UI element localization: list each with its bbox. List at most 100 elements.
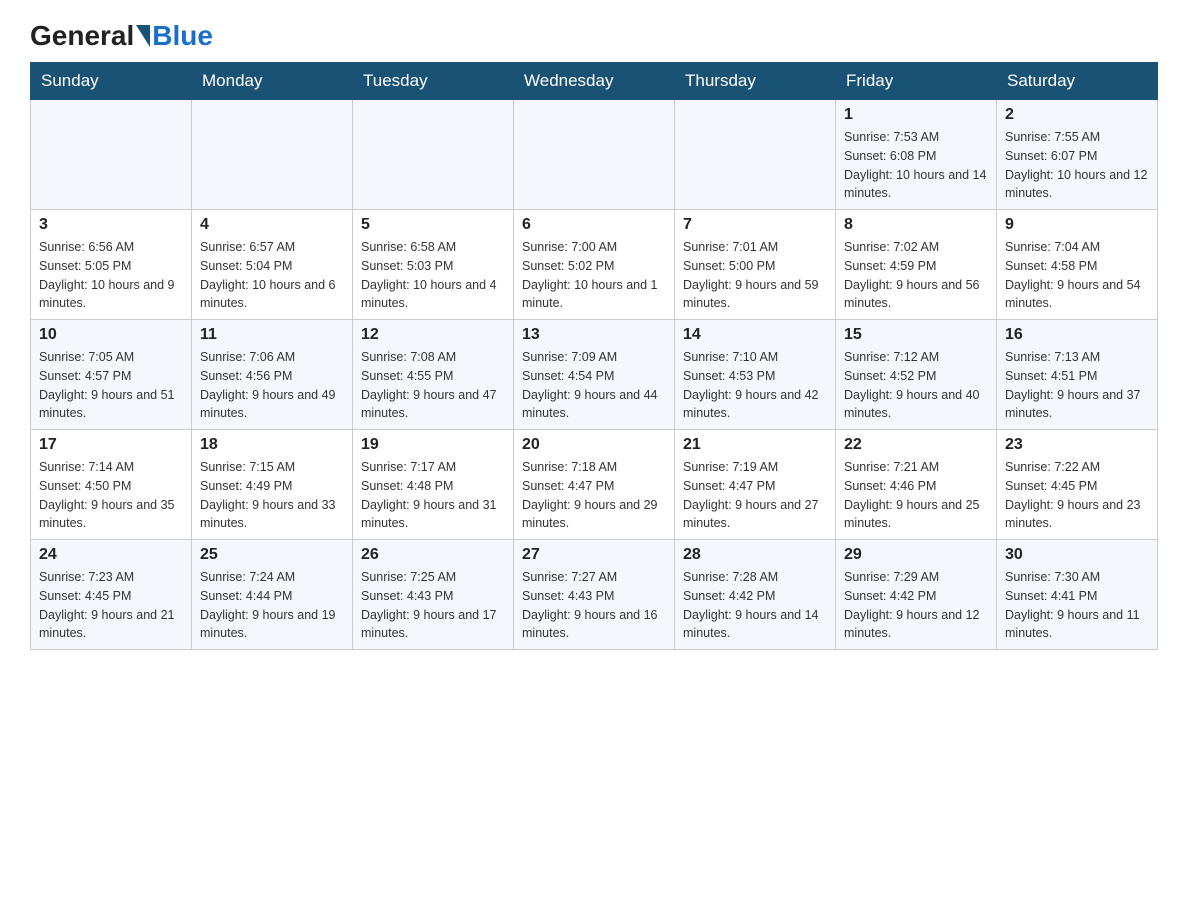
day-number: 6	[522, 216, 666, 234]
calendar-cell: 23Sunrise: 7:22 AMSunset: 4:45 PMDayligh…	[997, 430, 1158, 540]
logo-general-text: General	[30, 20, 134, 52]
day-info: Sunrise: 6:58 AMSunset: 5:03 PMDaylight:…	[361, 238, 505, 313]
day-info: Sunrise: 7:23 AMSunset: 4:45 PMDaylight:…	[39, 568, 183, 643]
calendar-cell: 2 Sunrise: 7:55 AMSunset: 6:07 PMDaylight…	[997, 100, 1158, 210]
calendar-cell: 17Sunrise: 7:14 AMSunset: 4:50 PMDayligh…	[31, 430, 192, 540]
calendar-cell: 19 Sunrise: 7:17 AMSunset: 4:48 PMDayligh…	[353, 430, 514, 540]
day-info: Sunrise: 7:09 AMSunset: 4:54 PMDaylight:…	[522, 348, 666, 423]
weekday-header-monday: Monday	[192, 63, 353, 100]
day-info: Sunrise: 6:56 AMSunset: 5:05 PMDaylight:…	[39, 238, 183, 313]
calendar-cell: 22 Sunrise: 7:21 AMSunset: 4:46 PMDayligh…	[836, 430, 997, 540]
calendar-cell: 14 Sunrise: 7:10 AMSunset: 4:53 PMDayligh…	[675, 320, 836, 430]
day-number: 12	[361, 326, 505, 344]
day-info: Sunrise: 7:05 AMSunset: 4:57 PMDaylight:…	[39, 348, 183, 423]
logo-text: General Blue	[30, 20, 213, 52]
day-number: 29	[844, 546, 988, 564]
day-info: Sunrise: 7:13 AMSunset: 4:51 PMDaylight:…	[1005, 348, 1149, 423]
day-number: 5	[361, 216, 505, 234]
calendar-cell: 24 Sunrise: 7:23 AMSunset: 4:45 PMDayligh…	[31, 540, 192, 650]
calendar-table: SundayMondayTuesdayWednesdayThursdayFrid…	[30, 62, 1158, 650]
day-number: 9	[1005, 216, 1149, 234]
day-number: 8	[844, 216, 988, 234]
day-info: Sunrise: 7:08 AMSunset: 4:55 PMDaylight:…	[361, 348, 505, 423]
day-number: 22	[844, 436, 988, 454]
weekday-header-row: SundayMondayTuesdayWednesdayThursdayFrid…	[31, 63, 1158, 100]
calendar-cell: 6Sunrise: 7:00 AMSunset: 5:02 PMDaylight…	[514, 210, 675, 320]
calendar-cell: 3 Sunrise: 6:56 AMSunset: 5:05 PMDaylight…	[31, 210, 192, 320]
day-number: 30	[1005, 546, 1149, 564]
day-info: Sunrise: 7:17 AMSunset: 4:48 PMDaylight:…	[361, 458, 505, 533]
calendar-cell: 7 Sunrise: 7:01 AMSunset: 5:00 PMDaylight…	[675, 210, 836, 320]
calendar-cell: 9 Sunrise: 7:04 AMSunset: 4:58 PMDaylight…	[997, 210, 1158, 320]
day-info: Sunrise: 7:21 AMSunset: 4:46 PMDaylight:…	[844, 458, 988, 533]
weekday-header-saturday: Saturday	[997, 63, 1158, 100]
day-number: 2	[1005, 106, 1149, 124]
logo-triangle-icon	[136, 25, 150, 47]
day-number: 19	[361, 436, 505, 454]
day-number: 14	[683, 326, 827, 344]
day-number: 15	[844, 326, 988, 344]
day-info: Sunrise: 7:18 AMSunset: 4:47 PMDaylight:…	[522, 458, 666, 533]
calendar-cell: 20 Sunrise: 7:18 AMSunset: 4:47 PMDayligh…	[514, 430, 675, 540]
calendar-cell: 29 Sunrise: 7:29 AMSunset: 4:42 PMDayligh…	[836, 540, 997, 650]
day-info: Sunrise: 7:19 AMSunset: 4:47 PMDaylight:…	[683, 458, 827, 533]
day-number: 27	[522, 546, 666, 564]
day-info: Sunrise: 7:24 AMSunset: 4:44 PMDaylight:…	[200, 568, 344, 643]
calendar-cell: 1 Sunrise: 7:53 AMSunset: 6:08 PMDaylight…	[836, 100, 997, 210]
day-number: 23	[1005, 436, 1149, 454]
day-info: Sunrise: 7:15 AMSunset: 4:49 PMDaylight:…	[200, 458, 344, 533]
calendar-cell: 10 Sunrise: 7:05 AMSunset: 4:57 PMDayligh…	[31, 320, 192, 430]
day-number: 28	[683, 546, 827, 564]
logo-blue-text: Blue	[152, 20, 213, 52]
day-number: 21	[683, 436, 827, 454]
logo: General Blue	[30, 20, 213, 52]
day-number: 13	[522, 326, 666, 344]
day-number: 11	[200, 326, 344, 344]
day-info: Sunrise: 7:06 AMSunset: 4:56 PMDaylight:…	[200, 348, 344, 423]
calendar-row-3: 17Sunrise: 7:14 AMSunset: 4:50 PMDayligh…	[31, 430, 1158, 540]
calendar-cell: 28Sunrise: 7:28 AMSunset: 4:42 PMDayligh…	[675, 540, 836, 650]
day-number: 4	[200, 216, 344, 234]
day-number: 1	[844, 106, 988, 124]
day-info: Sunrise: 7:53 AMSunset: 6:08 PMDaylight:…	[844, 128, 988, 203]
calendar-cell: 8 Sunrise: 7:02 AMSunset: 4:59 PMDaylight…	[836, 210, 997, 320]
day-info: Sunrise: 7:55 AMSunset: 6:07 PMDaylight:…	[1005, 128, 1149, 203]
calendar-row-2: 10 Sunrise: 7:05 AMSunset: 4:57 PMDayligh…	[31, 320, 1158, 430]
calendar-cell: 12 Sunrise: 7:08 AMSunset: 4:55 PMDayligh…	[353, 320, 514, 430]
day-number: 10	[39, 326, 183, 344]
calendar-cell: 13 Sunrise: 7:09 AMSunset: 4:54 PMDayligh…	[514, 320, 675, 430]
calendar-cell: 16 Sunrise: 7:13 AMSunset: 4:51 PMDayligh…	[997, 320, 1158, 430]
day-info: Sunrise: 7:29 AMSunset: 4:42 PMDaylight:…	[844, 568, 988, 643]
day-info: Sunrise: 7:04 AMSunset: 4:58 PMDaylight:…	[1005, 238, 1149, 313]
calendar-cell: 25 Sunrise: 7:24 AMSunset: 4:44 PMDayligh…	[192, 540, 353, 650]
day-number: 7	[683, 216, 827, 234]
day-number: 24	[39, 546, 183, 564]
day-number: 25	[200, 546, 344, 564]
day-number: 16	[1005, 326, 1149, 344]
calendar-cell: 27 Sunrise: 7:27 AMSunset: 4:43 PMDayligh…	[514, 540, 675, 650]
calendar-cell	[514, 100, 675, 210]
day-info: Sunrise: 7:25 AMSunset: 4:43 PMDaylight:…	[361, 568, 505, 643]
calendar-row-1: 3 Sunrise: 6:56 AMSunset: 5:05 PMDaylight…	[31, 210, 1158, 320]
day-number: 3	[39, 216, 183, 234]
day-info: Sunrise: 7:10 AMSunset: 4:53 PMDaylight:…	[683, 348, 827, 423]
day-info: Sunrise: 7:02 AMSunset: 4:59 PMDaylight:…	[844, 238, 988, 313]
calendar-cell	[31, 100, 192, 210]
day-info: Sunrise: 7:01 AMSunset: 5:00 PMDaylight:…	[683, 238, 827, 313]
calendar-cell: 30Sunrise: 7:30 AMSunset: 4:41 PMDayligh…	[997, 540, 1158, 650]
weekday-header-friday: Friday	[836, 63, 997, 100]
calendar-cell	[192, 100, 353, 210]
calendar-row-4: 24 Sunrise: 7:23 AMSunset: 4:45 PMDayligh…	[31, 540, 1158, 650]
day-number: 20	[522, 436, 666, 454]
calendar-row-0: 1 Sunrise: 7:53 AMSunset: 6:08 PMDaylight…	[31, 100, 1158, 210]
day-info: Sunrise: 6:57 AMSunset: 5:04 PMDaylight:…	[200, 238, 344, 313]
calendar-cell: 5 Sunrise: 6:58 AMSunset: 5:03 PMDaylight…	[353, 210, 514, 320]
weekday-header-sunday: Sunday	[31, 63, 192, 100]
weekday-header-wednesday: Wednesday	[514, 63, 675, 100]
day-info: Sunrise: 7:27 AMSunset: 4:43 PMDaylight:…	[522, 568, 666, 643]
day-number: 17	[39, 436, 183, 454]
weekday-header-thursday: Thursday	[675, 63, 836, 100]
calendar-cell: 21 Sunrise: 7:19 AMSunset: 4:47 PMDayligh…	[675, 430, 836, 540]
calendar-cell	[353, 100, 514, 210]
page-header: General Blue	[30, 20, 1158, 52]
